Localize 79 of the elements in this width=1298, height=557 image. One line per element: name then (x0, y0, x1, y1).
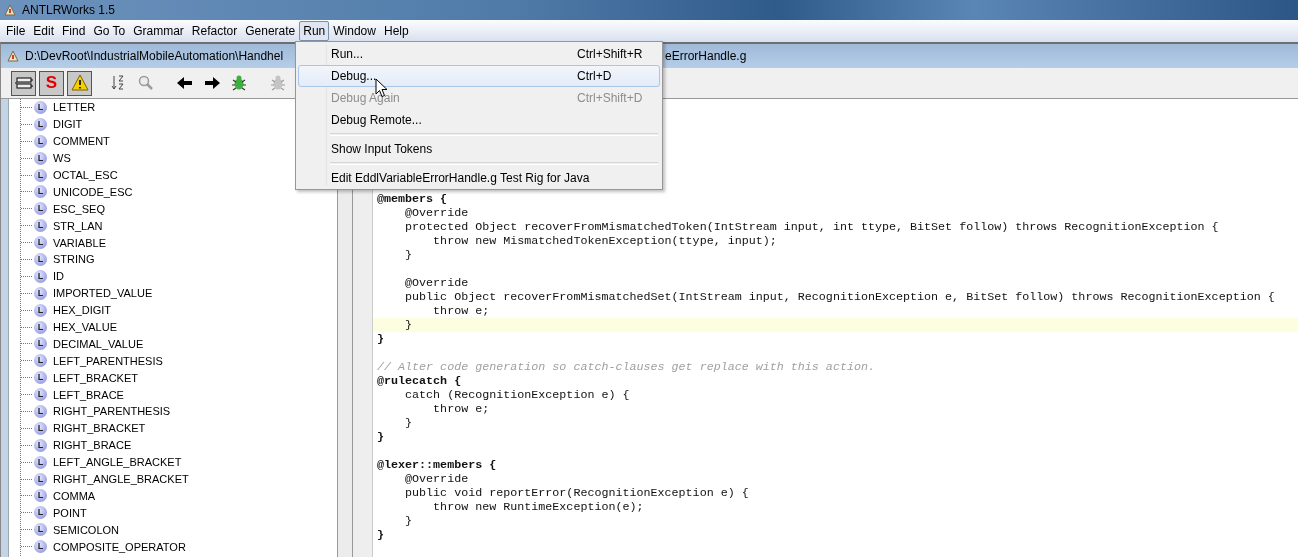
window-title: ANTLRWorks 1.5 (22, 3, 115, 17)
menu-item[interactable]: File (2, 21, 30, 41)
code-line: throw e; (432, 402, 490, 416)
code-line: throw e; (432, 304, 490, 318)
right-arrow-icon[interactable] (203, 74, 221, 92)
rule-item[interactable]: RIGHT_BRACE (53, 439, 132, 452)
code-line: } (377, 528, 384, 542)
menu-item[interactable]: Go To (89, 21, 130, 41)
document-title: D:\DevRoot\IndustrialMobileAutomation\Handhel (25, 49, 285, 63)
code-line: public Object recoverFromMismatchedSet(IntStream input, RecognitionException e, BitSet follow) throws RecognitionException { (404, 290, 1275, 304)
rule-item[interactable]: DIGIT (53, 118, 83, 131)
rules-icon (14, 74, 33, 92)
rule-item[interactable]: LEFT_PARENTHESIS (53, 354, 163, 367)
document-title: eErrorHandle.g (665, 49, 747, 63)
rule-item[interactable]: IMPORTED_VALUE (53, 287, 153, 300)
shortcut-text: Ctrl+Shift+R (577, 47, 644, 61)
code-line: catch (RecognitionException e) { (404, 388, 630, 402)
menu-item[interactable]: Grammar (129, 21, 188, 41)
rule-item[interactable]: POINT (53, 506, 87, 519)
code-comment: // Alter code generation so catch-clauses get replace with this action. (377, 360, 875, 374)
menu-item[interactable]: Run (299, 21, 330, 41)
rule-item[interactable]: ID (53, 270, 64, 283)
app-icon (3, 3, 17, 17)
warning-icon (70, 74, 89, 92)
menu-item[interactable]: Run... Ctrl+Shift+R (298, 43, 660, 65)
code-line: public void reportError(RecognitionException e) { (404, 486, 749, 500)
rule-item[interactable]: RIGHT_ANGLE_BRACKET (53, 473, 189, 486)
code-line: } (377, 332, 384, 346)
menu-item[interactable]: Generate (241, 21, 300, 41)
menu-item[interactable]: Show Input Tokens (298, 138, 660, 160)
rule-item[interactable]: HEX_DIGIT (53, 304, 112, 317)
menu-item[interactable]: Find (58, 21, 90, 41)
rule-item[interactable]: COMMA (53, 489, 96, 502)
code-line: protected Object recoverFromMismatchedToken(IntStream input, int ttype, BitSet follow) throws RecognitionException { (404, 220, 1219, 234)
shortcut-text: Ctrl+Shift+D (577, 91, 644, 105)
rule-item[interactable]: SEMICOLON (53, 523, 119, 536)
menu-item[interactable]: Debug... Ctrl+D (298, 65, 660, 87)
menu-item[interactable]: Edit (29, 21, 59, 41)
rule-item[interactable]: STR_LAN (53, 219, 103, 232)
code-line: } (377, 430, 384, 444)
code-line: } (404, 318, 413, 332)
rule-item[interactable]: LEFT_BRACKET (53, 371, 138, 384)
rule-item[interactable]: OCTAL_ESC (53, 169, 118, 181)
rule-item[interactable]: COMMENT (53, 135, 110, 148)
left-arrow-icon[interactable] (176, 74, 194, 92)
rule-item[interactable]: STRING (53, 253, 95, 266)
code-line: } (404, 514, 413, 528)
code-line: @lexer::members { (377, 458, 497, 472)
rule-item[interactable]: LEFT_ANGLE_BRACKET (53, 456, 182, 469)
code-line: } (404, 416, 413, 430)
menu-item[interactable]: Debug Remote... (298, 109, 660, 131)
rule-item[interactable]: HEX_VALUE (53, 321, 117, 333)
rule-item[interactable]: DECIMAL_VALUE (53, 337, 144, 350)
code-line: throw new RuntimeException(e); (432, 500, 644, 514)
rule-item[interactable]: LETTER (53, 101, 96, 114)
menu-item[interactable]: Edit EddlVariableErrorHandle.g Test Rig for Java (298, 167, 660, 189)
rule-item[interactable]: RIGHT_PARENTHESIS (53, 405, 171, 418)
rules-button[interactable] (11, 70, 36, 96)
code-line: throw new MismatchedTokenException(ttype, input); (432, 234, 777, 248)
menu-item[interactable]: Help (379, 21, 413, 41)
rule-item[interactable]: COMPOSITE_OPERATOR (53, 540, 186, 553)
code-line: @Override (404, 276, 469, 290)
rule-item[interactable]: RIGHT_BRACKET (53, 422, 146, 435)
rule-item[interactable]: LEFT_BRACE (53, 388, 124, 401)
code-line: } (404, 248, 413, 262)
rule-item[interactable]: VARIABLE (53, 236, 106, 249)
code-line: @Override (404, 206, 469, 220)
shortcut-text: Ctrl+D (577, 69, 613, 83)
rule-item[interactable]: ESC_SEQ (53, 202, 105, 215)
rule-item[interactable]: UNICODE_ESC (53, 185, 133, 198)
menu-item[interactable]: Window (329, 21, 380, 41)
code-line: @Override (404, 472, 469, 486)
rule-item[interactable]: WS (53, 152, 71, 165)
bug-icon[interactable] (230, 74, 248, 92)
code-line: @rulecatch { (377, 374, 462, 388)
code-line: @members { (377, 192, 448, 206)
warning-button[interactable] (67, 70, 92, 96)
menu-item[interactable]: Refactor (187, 21, 242, 41)
document-icon (6, 49, 20, 63)
